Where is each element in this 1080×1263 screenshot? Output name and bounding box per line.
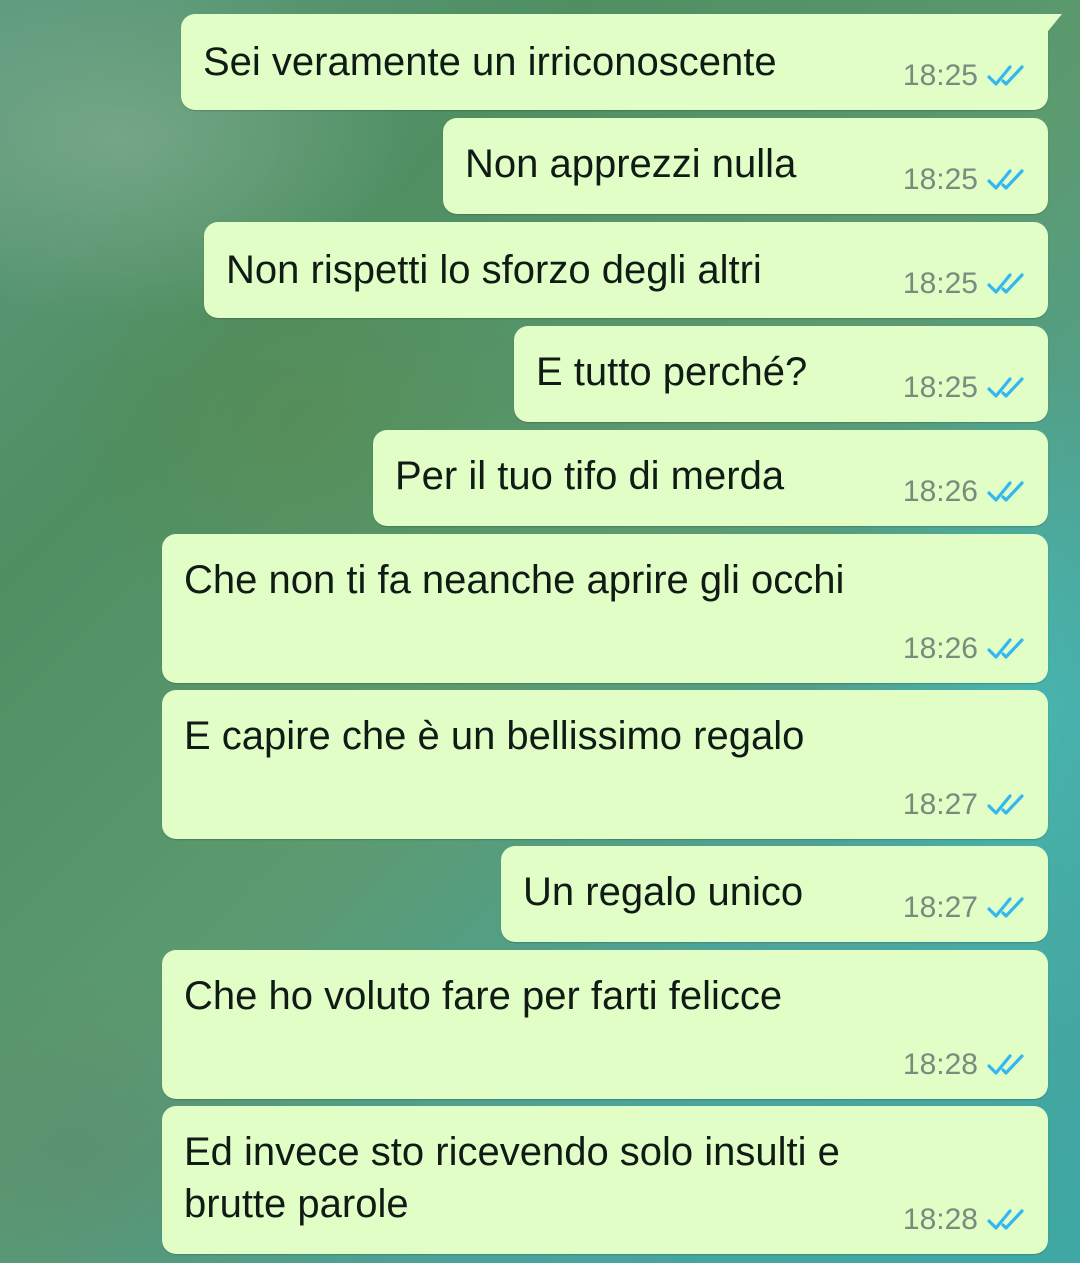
message-text: Non apprezzi nulla <box>465 142 797 186</box>
outgoing-message-bubble[interactable]: Sei veramente un irriconoscente 18:25 <box>181 14 1062 110</box>
message-meta: 18:25 <box>903 59 1026 93</box>
message-meta: 18:25 <box>903 163 1026 197</box>
outgoing-message-bubble[interactable]: E capire che è un bellissimo regalo 18:2… <box>162 690 1048 839</box>
message-time: 18:26 <box>902 475 978 508</box>
read-double-check-icon <box>987 794 1024 815</box>
chat-message-list: Sei veramente un irriconoscente 18:25 No… <box>0 0 1080 1263</box>
message-time: 18:28 <box>902 1048 978 1081</box>
outgoing-message-bubble[interactable]: Per il tuo tifo di merda 18:26 <box>373 430 1048 526</box>
outgoing-message-bubble[interactable]: Ed invece sto ricevendo solo insulti e b… <box>162 1106 1048 1254</box>
read-double-check-icon <box>987 65 1024 86</box>
message-meta: 18:28 <box>903 1048 1026 1082</box>
message-time: 18:25 <box>902 59 978 92</box>
message-text: E tutto perché? <box>536 350 808 394</box>
message-text: Che ho voluto fare per farti felicce <box>184 974 783 1018</box>
outgoing-message-bubble[interactable]: Un regalo unico 18:27 <box>501 846 1048 942</box>
message-meta: 18:28 <box>903 1203 1026 1237</box>
message-time: 18:26 <box>902 632 978 665</box>
outgoing-message-bubble[interactable]: Non rispetti lo sforzo degli altri 18:25 <box>204 222 1048 318</box>
message-text: Che non ti fa neanche aprire gli occhi <box>184 558 845 602</box>
outgoing-message-bubble[interactable]: Che non ti fa neanche aprire gli occhi 1… <box>162 534 1048 683</box>
message-meta: 18:27 <box>903 788 1026 822</box>
read-double-check-icon <box>987 1209 1024 1230</box>
message-text: Un regalo unico <box>523 870 804 914</box>
message-text: Ed invece sto ricevendo solo insulti e b… <box>184 1130 840 1226</box>
message-time: 18:25 <box>902 267 978 300</box>
message-meta: 18:25 <box>903 371 1026 405</box>
message-text: Per il tuo tifo di merda <box>395 454 785 498</box>
message-text: Sei veramente un irriconoscente <box>203 40 777 84</box>
bubble-tail-icon <box>1034 14 1062 38</box>
message-meta: 18:26 <box>903 632 1026 666</box>
message-meta: 18:26 <box>903 475 1026 509</box>
read-double-check-icon <box>987 638 1024 659</box>
message-meta: 18:25 <box>903 267 1026 301</box>
message-text: E capire che è un bellissimo regalo <box>184 714 805 758</box>
outgoing-message-bubble[interactable]: E tutto perché? 18:25 <box>514 326 1048 422</box>
read-double-check-icon <box>987 897 1024 918</box>
message-time: 18:25 <box>902 163 978 196</box>
read-double-check-icon <box>987 273 1024 294</box>
message-meta: 18:27 <box>903 891 1026 925</box>
message-text: Non rispetti lo sforzo degli altri <box>226 248 762 292</box>
message-time: 18:27 <box>902 788 978 821</box>
read-double-check-icon <box>987 377 1024 398</box>
read-double-check-icon <box>987 1054 1024 1075</box>
message-time: 18:28 <box>902 1203 978 1236</box>
outgoing-message-bubble[interactable]: Non apprezzi nulla 18:25 <box>443 118 1048 214</box>
message-time: 18:25 <box>902 371 978 404</box>
message-time: 18:27 <box>902 891 978 924</box>
read-double-check-icon <box>987 481 1024 502</box>
outgoing-message-bubble[interactable]: Che ho voluto fare per farti felicce 18:… <box>162 950 1048 1099</box>
read-double-check-icon <box>987 169 1024 190</box>
